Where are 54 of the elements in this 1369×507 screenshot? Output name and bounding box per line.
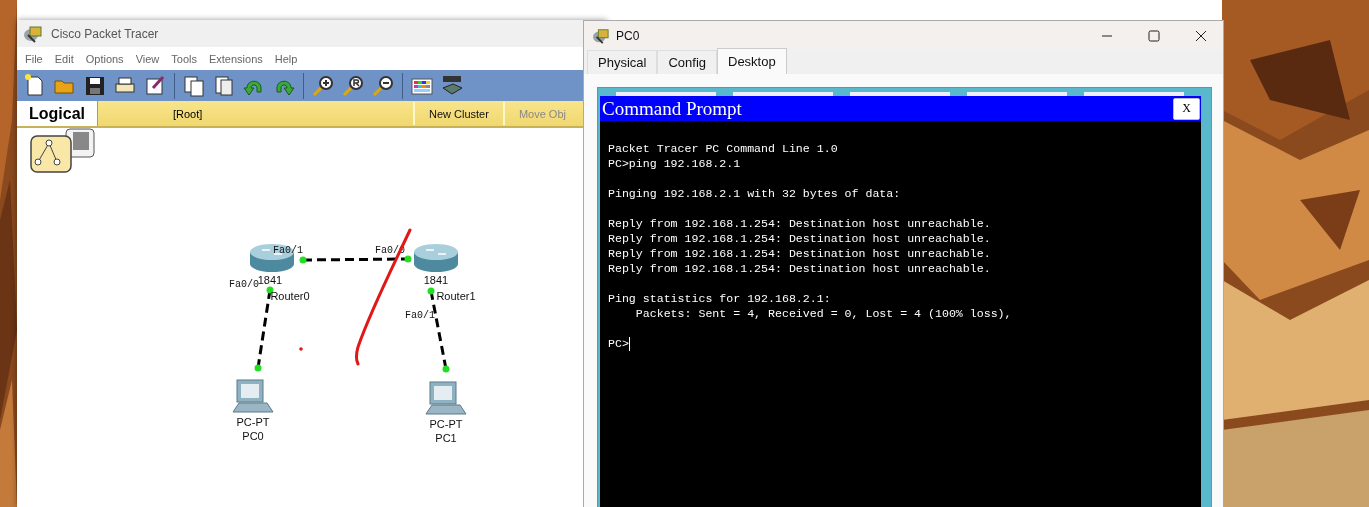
device-name: PC0 [242,430,264,442]
terminal-line: Pinging 192.168.2.1 with 32 bytes of data: [608,186,902,201]
terminal-prompt: PC> [608,336,629,351]
toolbar-button[interactable]: New Cluster [413,102,503,125]
computer-icon[interactable] [425,381,467,415]
menu-item[interactable]: View [131,52,168,65]
port-label: Fa0/0 [229,279,259,290]
app-logo-icon [23,24,43,43]
close-button[interactable]: X [1173,97,1200,120]
tab[interactable]: Physical [587,50,658,74]
pencil-icon[interactable] [143,73,167,98]
network-link[interactable] [299,255,412,264]
mode-label: Logical [29,104,85,123]
menu-item[interactable]: Extensions [204,52,271,65]
terminal-line: Packets: Sent = 4, Received = 0, Lost = 4 (100% loss), [634,306,1013,321]
dot-mark [299,347,303,351]
menu-item[interactable]: Tools [167,52,205,65]
window-title: Cisco Packet Tracer [51,26,159,41]
menu-item[interactable]: File [21,52,51,65]
terminal-line: Reply from 192.168.1.254: Destination host unreachable. [608,246,992,261]
logical-view-icon[interactable] [30,135,72,173]
menu-item[interactable]: Options [81,52,132,65]
copy-icon[interactable] [182,73,206,98]
tab[interactable]: Config [657,50,717,74]
documents-icon[interactable] [212,73,236,98]
device-name: PC1 [435,432,457,444]
device-model: PC-PT [236,416,270,428]
window-title: PC0 [616,28,640,43]
terminal-line: Reply from 192.168.1.254: Destination host unreachable. [608,216,992,231]
port-label: Fa0/1 [273,245,303,256]
path-label: [Root] [173,107,204,120]
device-model: 1841 [423,274,449,286]
zoom-in-icon[interactable] [311,73,335,98]
zoom-reset-icon[interactable] [341,73,365,98]
zoom-out-icon[interactable] [371,73,395,98]
close-icon[interactable] [1195,29,1207,42]
terminal-line: Reply from 192.168.1.254: Destination host unreachable. [608,261,992,276]
text-cursor [628,336,630,351]
terminal-line: PC>ping 192.168.2.1 [608,156,742,171]
maximize-icon[interactable] [1148,29,1160,42]
prompt-title: Command Prompt [602,97,742,120]
device-model: PC-PT [429,418,463,430]
terminal-line: Packet Tracer PC Command Line 1.0 [608,141,839,156]
device-name: Router1 [436,290,476,302]
menu-item[interactable]: Help [270,52,306,65]
logical-tab[interactable]: Logical [17,101,98,126]
app-logo-icon [592,27,610,44]
menu-item[interactable]: Edit [50,52,82,65]
terminal-line: Ping statistics for 192.168.2.1: [608,291,832,306]
port-label: Fa0/1 [405,310,435,321]
device-name: Router0 [270,290,310,302]
tab[interactable]: Desktop [717,48,787,74]
computer-icon[interactable] [232,379,274,413]
terminal-line: Reply from 192.168.1.254: Destination host unreachable. [608,231,992,246]
